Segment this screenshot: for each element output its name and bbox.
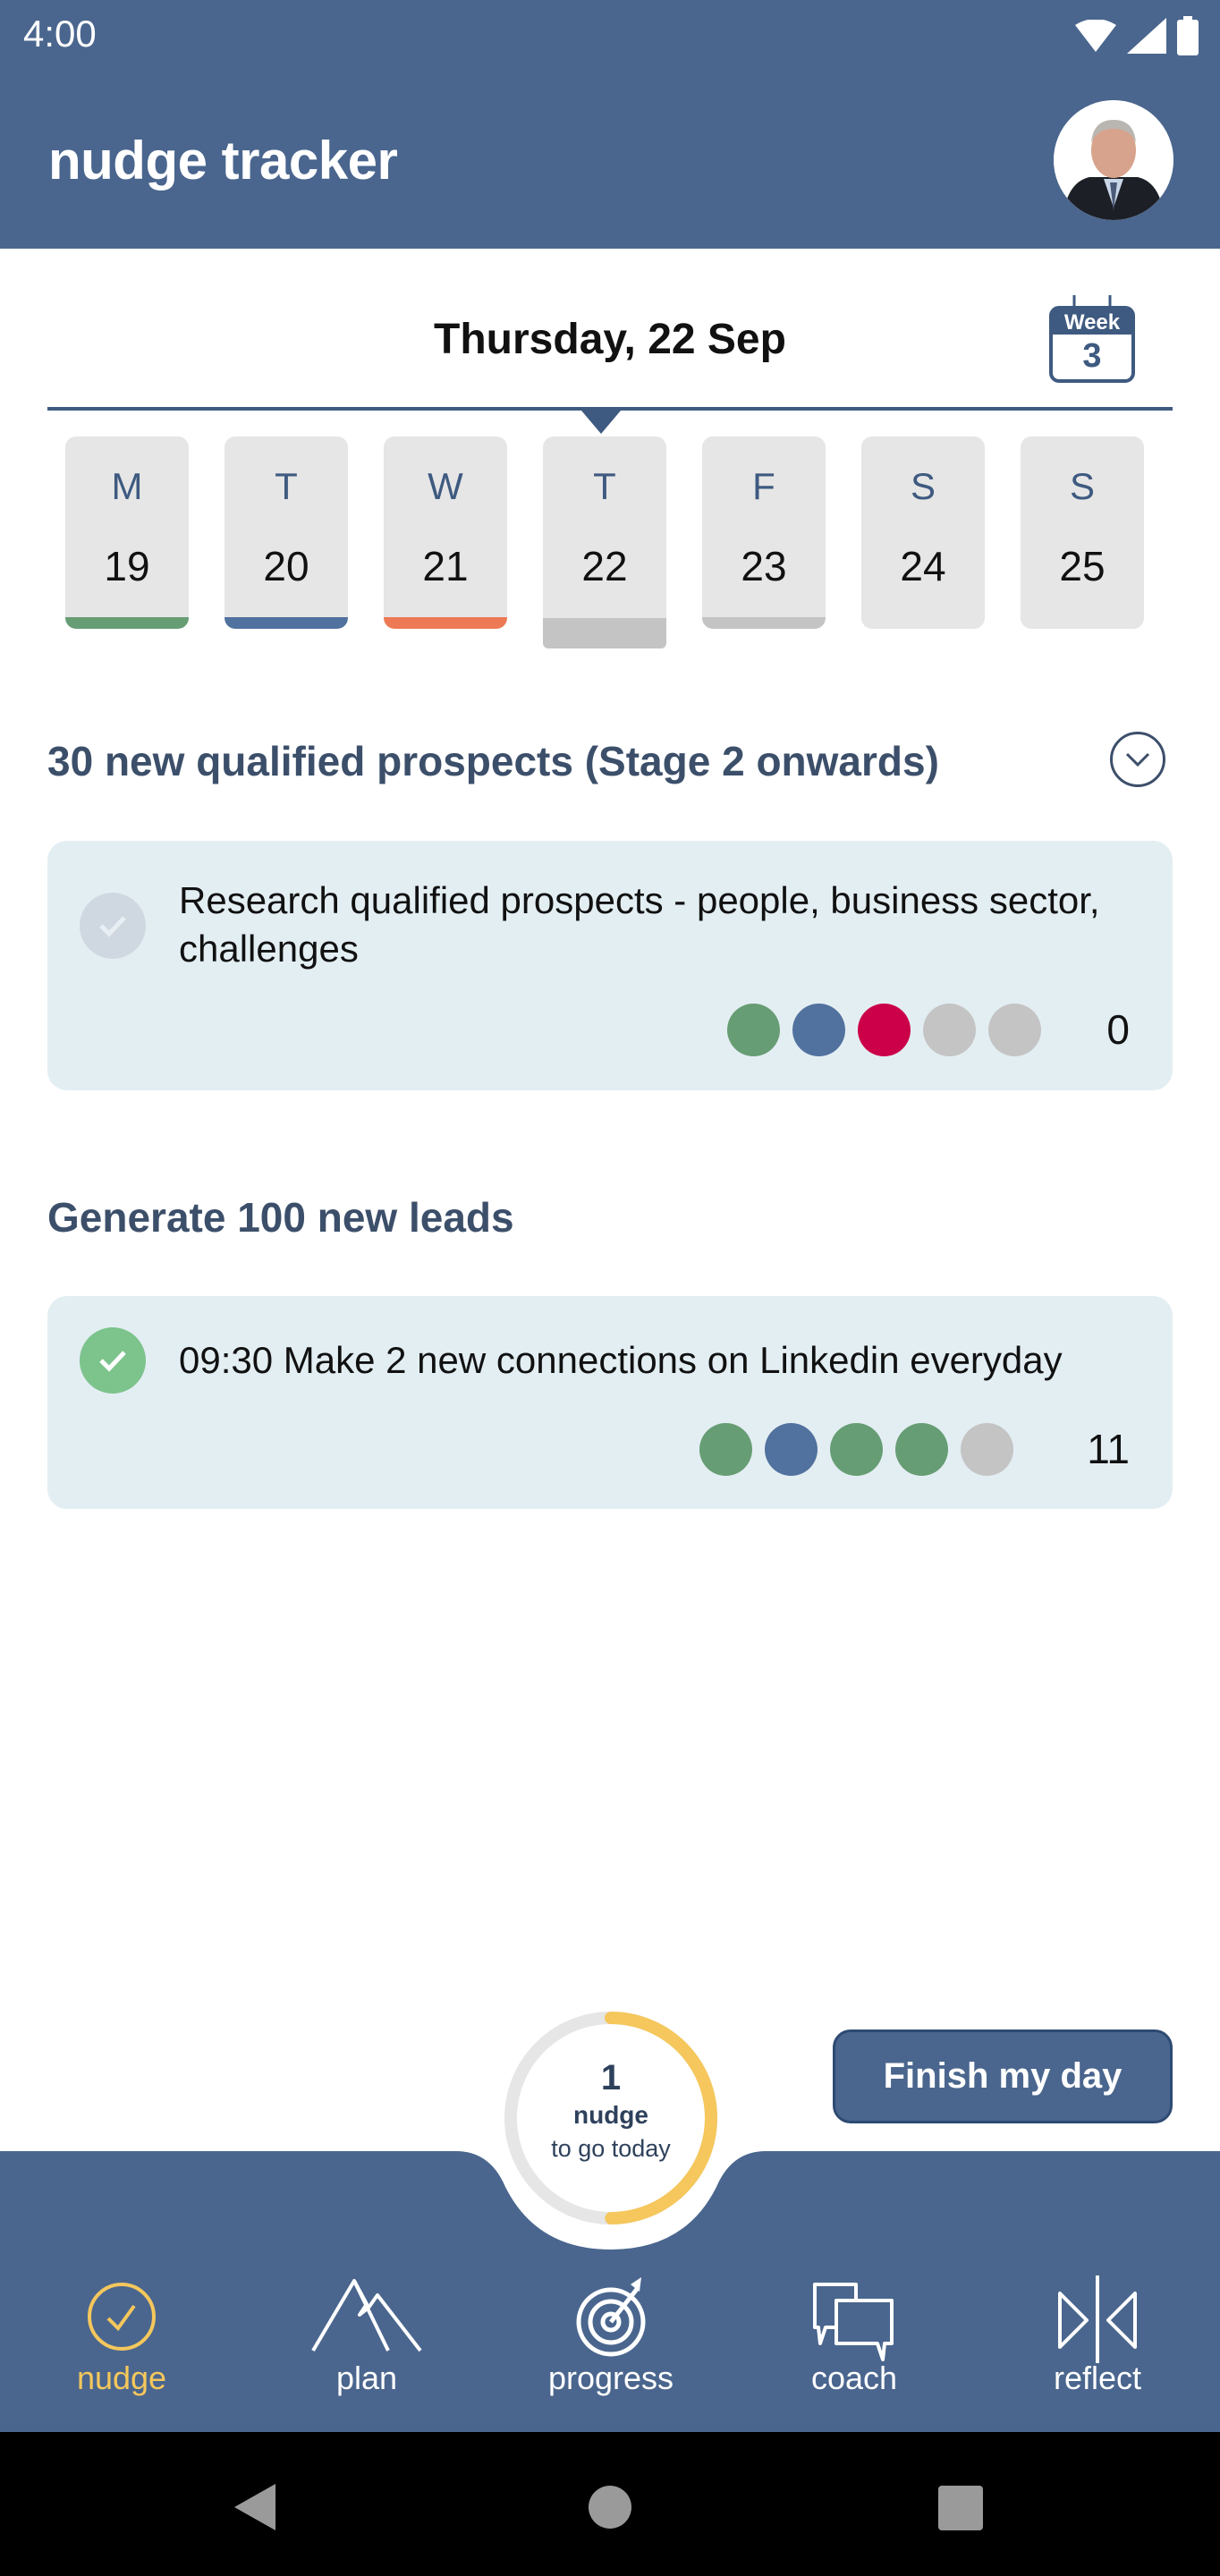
wifi-icon [1075, 20, 1116, 52]
day-number: 23 [741, 543, 787, 589]
ring-label-line1: nudge [573, 2101, 648, 2129]
day-card-tue[interactable]: T 20 [225, 436, 348, 629]
collapse-goal-button[interactable] [1110, 732, 1165, 787]
history-dot [858, 1004, 911, 1056]
ring-label: 1 nudge to go today [501, 2057, 721, 2165]
day-number: 19 [104, 543, 150, 589]
nudge-card[interactable]: 09:30 Make 2 new connections on Linkedin… [47, 1296, 1173, 1509]
back-icon[interactable] [234, 2484, 275, 2530]
nudge-count: 0 [1106, 1006, 1130, 1053]
day-letter: T [593, 465, 616, 507]
day-number: 24 [900, 543, 946, 589]
history-dots [699, 1423, 1013, 1476]
day-card-mon[interactable]: M 19 [65, 436, 189, 629]
day-card-wed[interactable]: W 21 [384, 436, 507, 629]
mirror-icon [1058, 2275, 1137, 2363]
nudges-remaining-count: 1 [600, 2058, 622, 2097]
day-card-sat[interactable]: S 24 [861, 436, 985, 629]
signal-icon [1127, 18, 1166, 54]
day-status-bar [65, 617, 189, 629]
chat-bubbles-icon [813, 2283, 894, 2361]
history-dot [961, 1423, 1013, 1476]
avatar[interactable] [1054, 100, 1173, 220]
history-dot [792, 1004, 845, 1056]
history-dot [895, 1423, 948, 1476]
nav-label: nudge [76, 2360, 167, 2396]
mountain-icon [311, 2279, 422, 2352]
nudge-card[interactable]: Research qualified prospects - people, b… [47, 841, 1173, 1090]
home-icon[interactable] [589, 2486, 631, 2529]
day-card-fri[interactable]: F 23 [702, 436, 826, 629]
day-card-thu[interactable]: T 22 [543, 436, 666, 648]
target-icon [576, 2277, 646, 2357]
day-letter: S [910, 465, 936, 507]
history-dot [988, 1004, 1041, 1056]
day-status-bar [702, 617, 826, 629]
history-dot [699, 1423, 752, 1476]
history-dot [923, 1004, 976, 1056]
day-number: 20 [263, 543, 309, 589]
history-dot [727, 1004, 780, 1056]
day-status-bar [225, 617, 348, 629]
day-letter: M [111, 465, 143, 507]
nudge-count: 11 [1087, 1426, 1130, 1472]
day-number: 22 [581, 543, 628, 589]
week-number: 3 [1082, 337, 1102, 375]
selected-date-title: Thursday, 22 Sep [434, 316, 786, 363]
battery-icon [1177, 16, 1199, 55]
nav-label: plan [335, 2360, 398, 2396]
finish-my-day-button[interactable]: Finish my day [833, 2029, 1173, 2123]
day-status-bar [543, 618, 666, 648]
user-avatar-image [1054, 100, 1173, 220]
system-navigation-bar [0, 2432, 1220, 2576]
history-dot [830, 1423, 883, 1476]
day-letter: T [275, 465, 298, 507]
day-letter: F [752, 465, 775, 507]
nudge-text: 09:30 Make 2 new connections on Linkedin… [179, 1339, 1063, 1381]
nudge-text: Research qualified prospects - people, b… [179, 879, 1100, 970]
day-number: 25 [1059, 543, 1106, 589]
goal-heading: Generate 100 new leads [47, 1194, 514, 1241]
history-dots [727, 1004, 1041, 1056]
nav-label: coach [810, 2360, 898, 2396]
check-circle-icon [88, 2283, 156, 2351]
history-dot [765, 1423, 818, 1476]
recents-icon[interactable] [938, 2486, 983, 2530]
nudge-checkbox[interactable] [80, 893, 146, 959]
day-number: 21 [422, 543, 469, 589]
nav-label: progress [547, 2360, 674, 2396]
goal-heading: 30 new qualified prospects (Stage 2 onwa… [47, 738, 939, 784]
day-card-sun[interactable]: S 25 [1021, 436, 1144, 629]
chevron-down-icon [1125, 752, 1150, 767]
selected-day-pointer [581, 411, 621, 434]
app-bar: 4:00 nudge tracker [0, 0, 1220, 249]
day-letter: W [428, 465, 463, 507]
status-time: 4:00 [23, 13, 97, 55]
status-icons [1075, 16, 1199, 55]
app-title: nudge tracker [48, 131, 398, 191]
nav-label: reflect [1053, 2360, 1142, 2396]
check-icon [99, 1351, 126, 1372]
ring-label-line2: to go today [551, 2135, 671, 2162]
week-calendar-button[interactable]: Week 3 [1048, 295, 1136, 385]
day-letter: S [1069, 465, 1095, 507]
nudge-checkbox[interactable] [80, 1327, 146, 1394]
check-icon [99, 916, 126, 937]
week-label: Week [1063, 310, 1121, 335]
day-status-bar [384, 617, 507, 629]
